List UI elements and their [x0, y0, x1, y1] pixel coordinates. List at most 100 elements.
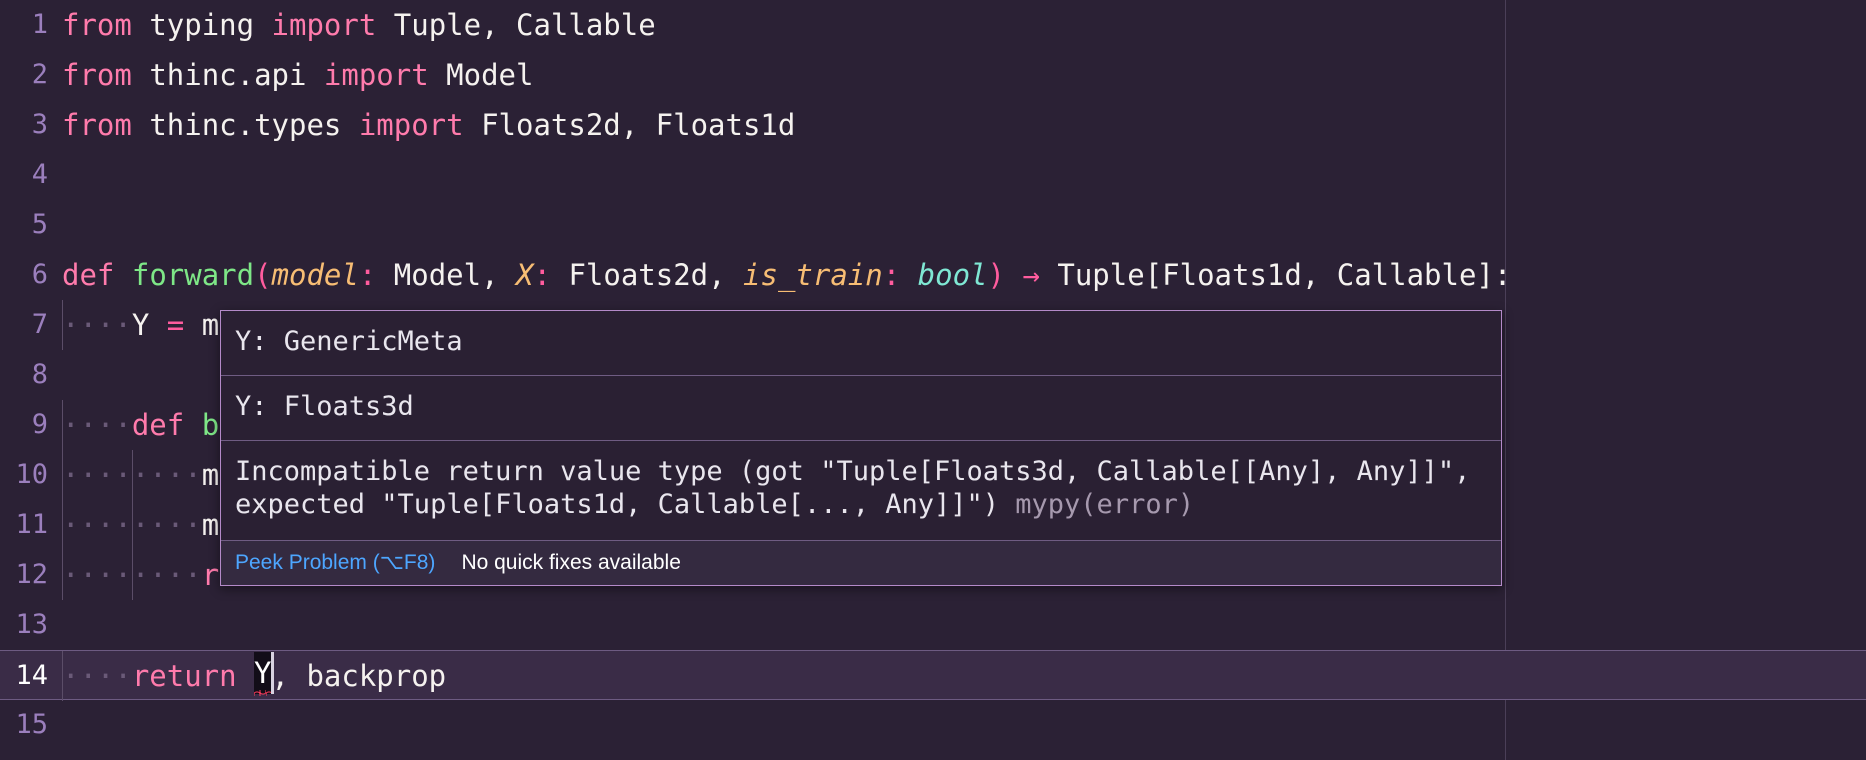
code-line[interactable]: 2 from thinc.api import Model [0, 50, 1866, 100]
code-token [132, 58, 149, 92]
code-token: import [324, 58, 429, 92]
code-token: Model [446, 58, 533, 92]
diagnostic-source [999, 489, 1015, 520]
code-token: is_train [743, 258, 883, 292]
code-line[interactable]: 14····return Y, backprop [0, 650, 1866, 700]
code-token: Floats2d [568, 258, 708, 292]
code-line[interactable]: 5 [0, 200, 1866, 250]
code-line-text: from typing import Tuple, Callable [62, 0, 656, 50]
code-token: def [132, 408, 184, 442]
code-line-text: def forward(model: Model, X: Floats2d, i… [62, 250, 1511, 300]
error-squiggle [254, 690, 271, 696]
code-token: typing [149, 8, 254, 42]
whitespace-dots: ···· [62, 408, 132, 442]
whitespace-dots: ········ [62, 558, 202, 592]
code-token [184, 408, 201, 442]
code-token [900, 258, 917, 292]
code-line[interactable]: 13 [0, 600, 1866, 650]
code-token: from [62, 8, 132, 42]
code-token: def [62, 258, 114, 292]
line-number: 3 [0, 100, 48, 150]
code-token: → [1022, 258, 1039, 292]
code-line[interactable]: 15 [0, 700, 1866, 750]
line-number: 11 [0, 500, 48, 550]
code-token: thinc.api [149, 58, 306, 92]
code-token: Tuple[Floats1d, Callable] [1057, 258, 1494, 292]
code-token: from [62, 58, 132, 92]
code-token: Y [132, 308, 149, 342]
code-line[interactable]: 6 def forward(model: Model, X: Floats2d, … [0, 250, 1866, 300]
line-number: 13 [0, 600, 48, 650]
code-token: Tuple, Callable [394, 8, 656, 42]
code-token: X [516, 258, 533, 292]
code-token: ) [988, 258, 1005, 292]
code-token: ( [254, 258, 271, 292]
code-token [149, 308, 166, 342]
code-token: , [708, 258, 743, 292]
code-token [132, 8, 149, 42]
code-token [132, 108, 149, 142]
popup-footer: Peek Problem (⌥F8) No quick fixes availa… [221, 540, 1501, 585]
code-token [464, 108, 481, 142]
line-number: 14 [0, 651, 48, 701]
whitespace-dots: ········ [62, 508, 202, 542]
code-token: from [62, 108, 132, 142]
code-token: : [534, 258, 551, 292]
code-token [114, 258, 131, 292]
line-number: 10 [0, 450, 48, 500]
code-token [1005, 258, 1022, 292]
code-token: thinc.types [149, 108, 341, 142]
line-number: 2 [0, 50, 48, 100]
line-number: 6 [0, 250, 48, 300]
code-token: , [481, 258, 516, 292]
code-token: Floats2d, Floats1d [481, 108, 795, 142]
code-token: forward [132, 258, 254, 292]
code-token: = [167, 308, 184, 342]
code-line-text: from thinc.types import Floats2d, Floats… [62, 100, 795, 150]
diagnostic-message-section: Incompatible return value type (got "Tup… [221, 440, 1501, 541]
code-token [1040, 258, 1057, 292]
code-token: Model [394, 258, 481, 292]
code-token: bool [918, 258, 988, 292]
line-number: 9 [0, 400, 48, 450]
hover-type-floats3d: Y: Floats3d [221, 375, 1501, 440]
whitespace-dots: ········ [62, 458, 202, 492]
line-number: 1 [0, 0, 48, 50]
code-line[interactable]: 4 [0, 150, 1866, 200]
code-token [376, 8, 393, 42]
code-token: return [132, 659, 237, 693]
text-selection: Y [254, 652, 271, 694]
hover-type-genericmeta: Y: GenericMeta [221, 311, 1501, 375]
code-line[interactable]: 3 from thinc.types import Floats2d, Float… [0, 100, 1866, 150]
code-token: import [272, 8, 377, 42]
code-token [254, 8, 271, 42]
code-token: : [883, 258, 900, 292]
code-token [376, 258, 393, 292]
code-token [306, 58, 323, 92]
code-token [551, 258, 568, 292]
problem-hover-popup[interactable]: Y: GenericMeta Y: Floats3d Incompatible … [220, 310, 1502, 586]
line-number: 15 [0, 700, 48, 750]
code-line-text: from thinc.api import Model [62, 50, 533, 100]
code-token: , [272, 659, 307, 693]
code-token: : [359, 258, 376, 292]
line-number: 5 [0, 200, 48, 250]
code-token [429, 58, 446, 92]
code-line[interactable]: 1 from typing import Tuple, Callable [0, 0, 1866, 50]
code-token: import [359, 108, 464, 142]
line-number: 12 [0, 550, 48, 600]
code-token: backprop [306, 659, 446, 693]
line-number: 8 [0, 350, 48, 400]
text-cursor [271, 652, 274, 694]
code-editor[interactable]: 1 from typing import Tuple, Callable 2 from… [0, 0, 1866, 760]
whitespace-dots: ···· [62, 308, 132, 342]
diagnostic-message: Incompatible return value type (got "Tup… [235, 456, 1487, 521]
line-number: 4 [0, 150, 48, 200]
diagnostic-source-label: mypy(error) [1015, 489, 1194, 520]
code-token: model [272, 258, 359, 292]
peek-problem-link[interactable]: Peek Problem (⌥F8) [235, 550, 435, 575]
code-token [341, 108, 358, 142]
line-number: 7 [0, 300, 48, 350]
quick-fix-status: No quick fixes available [461, 551, 680, 575]
code-token [184, 308, 201, 342]
